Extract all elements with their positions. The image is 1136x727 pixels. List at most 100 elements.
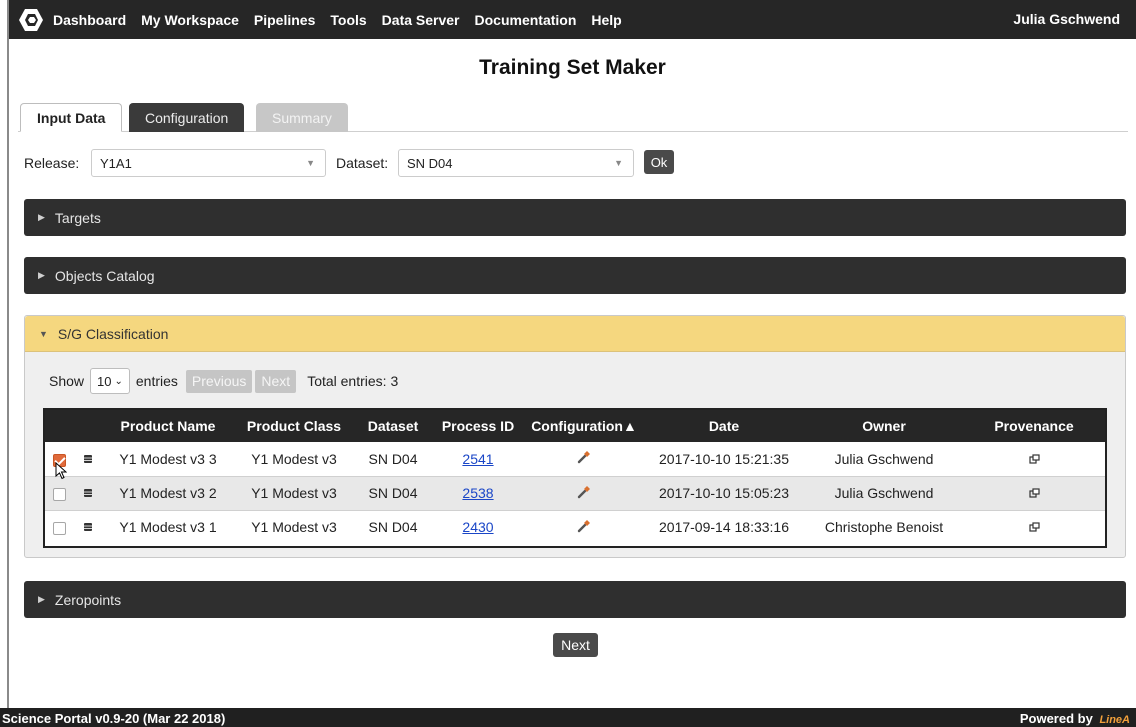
footer: Science Portal v0.9-20 (Mar 22 2018) Pow… <box>0 708 1136 727</box>
process-id-link[interactable]: 2541 <box>462 451 493 467</box>
col-product-class[interactable]: Product Class <box>233 410 355 442</box>
nav-pipelines[interactable]: Pipelines <box>254 12 315 28</box>
product-name: Y1 Modest v3 3 <box>103 442 233 477</box>
dataset: SN D04 <box>368 519 418 536</box>
mouse-cursor-icon <box>55 461 68 483</box>
table-header-row: Product Name Product Class Dataset Proce… <box>45 410 1105 442</box>
release-select[interactable]: Y1A1 ▼ <box>91 149 326 177</box>
col-provenance[interactable]: Provenance <box>963 410 1105 442</box>
row-checkbox[interactable] <box>52 522 66 536</box>
col-owner[interactable]: Owner <box>805 410 963 442</box>
process-id-cell: 2541 <box>431 442 525 477</box>
chevron-down-icon: ▼ <box>614 158 623 168</box>
process-id-cell: 2430 <box>431 510 525 544</box>
tab-configuration[interactable]: Configuration <box>129 103 245 132</box>
main-nav: Dashboard My Workspace Pipelines Tools D… <box>53 0 637 39</box>
table-row[interactable]: Y1 Modest v3 3 Y1 Modest v3 SN D04 2541 … <box>45 442 1105 477</box>
caret-right-icon: ▶ <box>38 594 45 604</box>
total-entries: Total entries: 3 <box>307 373 399 389</box>
nav-data-server[interactable]: Data Server <box>382 12 460 28</box>
nav-documentation[interactable]: Documentation <box>475 12 577 28</box>
caret-down-icon: ▼ <box>39 328 48 339</box>
col-dataset[interactable]: Dataset <box>355 410 431 442</box>
next-page-button[interactable]: Next <box>255 369 297 393</box>
ok-button[interactable]: Ok <box>644 150 674 174</box>
table-row[interactable]: Y1 Modest v3 1 Y1 Modest v3 SN D04 2430 … <box>45 510 1105 544</box>
entries-label: entries <box>135 373 178 389</box>
configuration-wrench-icon[interactable] <box>525 442 643 477</box>
process-id-cell: 2538 <box>431 476 525 511</box>
dataset: SN D04 <box>355 442 431 477</box>
tab-input-data[interactable]: Input Data <box>20 103 123 132</box>
product-class: Y1 Modest v3 <box>251 519 337 536</box>
dataset-select[interactable]: SN D04 ▼ <box>398 149 634 177</box>
col-configuration[interactable]: Configuration▲ <box>525 410 643 442</box>
release-value: Y1A1 <box>100 155 132 171</box>
product-type-icon <box>73 476 103 511</box>
tab-summary[interactable]: Summary <box>256 103 348 132</box>
owner: Christophe Benoist <box>824 519 944 536</box>
nav-tools[interactable]: Tools <box>330 12 366 28</box>
product-type-icon <box>73 510 103 544</box>
panel-zeropoints[interactable]: ▶ Zeropoints <box>24 581 1126 618</box>
panel-objects-label: Objects Catalog <box>54 267 155 284</box>
panel-targets-label: Targets <box>54 209 101 226</box>
process-id-link[interactable]: 2538 <box>462 485 493 501</box>
dataset-value: SN D04 <box>407 155 453 171</box>
product-class: Y1 Modest v3 <box>233 442 355 477</box>
window-frame-left <box>7 0 9 727</box>
date: 2017-10-10 15:21:35 <box>643 442 805 477</box>
product-type-icon <box>73 442 103 477</box>
panel-sg-header[interactable]: ▼ S/G Classification <box>25 316 1125 352</box>
nav-help[interactable]: Help <box>591 12 621 28</box>
dataset-label: Dataset: <box>336 155 389 171</box>
page-title: Training Set Maker <box>479 56 666 79</box>
row-checkbox[interactable] <box>52 487 66 501</box>
panel-zeropoints-label: Zeropoints <box>54 591 122 608</box>
product-name: Y1 Modest v3 1 <box>119 519 217 536</box>
portal-logo-icon[interactable] <box>9 0 53 39</box>
configuration-wrench-icon[interactable] <box>525 510 643 544</box>
products-table: Product Name Product Class Dataset Proce… <box>43 408 1107 548</box>
owner: Julia Gschwend <box>805 442 963 477</box>
panel-targets[interactable]: ▶ Targets <box>24 199 1126 236</box>
panel-sg-classification: ▼ S/G Classification Show 10 ⌄ entries P… <box>24 315 1126 558</box>
date: 2017-10-10 15:05:23 <box>643 476 805 511</box>
product-name: Y1 Modest v3 2 <box>103 476 233 511</box>
provenance-icon[interactable] <box>963 442 1105 477</box>
col-product-name[interactable]: Product Name <box>103 410 233 442</box>
col-select <box>45 410 73 442</box>
footer-powered: Powered by LineA <box>1020 711 1130 726</box>
page-size-select[interactable]: 10 ⌄ <box>90 368 130 394</box>
col-date[interactable]: Date <box>643 410 805 442</box>
footer-version: Science Portal v0.9-20 (Mar 22 2018) <box>2 711 226 726</box>
nav-my-workspace[interactable]: My Workspace <box>141 12 239 28</box>
top-navbar: Dashboard My Workspace Pipelines Tools D… <box>9 0 1136 39</box>
caret-right-icon: ▶ <box>38 270 45 280</box>
previous-button[interactable]: Previous <box>185 369 253 393</box>
panel-objects-catalog[interactable]: ▶ Objects Catalog <box>24 257 1126 294</box>
table-row[interactable]: Y1 Modest v3 2 Y1 Modest v3 SN D04 2538 … <box>45 476 1105 511</box>
linea-logo[interactable]: LineA <box>1099 714 1130 726</box>
chevron-down-icon: ▼ <box>306 158 315 168</box>
nav-dashboard[interactable]: Dashboard <box>53 12 126 28</box>
page-size-value: 10 <box>97 373 112 389</box>
next-step-button[interactable]: Next <box>553 633 598 657</box>
product-class: Y1 Modest v3 <box>233 476 355 511</box>
col-icon <box>73 410 103 442</box>
provenance-icon[interactable] <box>963 510 1105 544</box>
configuration-wrench-icon[interactable] <box>525 476 643 511</box>
dataset: SN D04 <box>355 476 431 511</box>
provenance-icon[interactable] <box>963 476 1105 511</box>
table-controls: Show 10 ⌄ entries Previous Next Total en… <box>49 368 398 394</box>
panel-sg-label: S/G Classification <box>57 325 169 342</box>
user-menu[interactable]: Julia Gschwend <box>1013 11 1120 27</box>
process-id-link[interactable]: 2430 <box>462 519 493 535</box>
caret-right-icon: ▶ <box>38 212 45 222</box>
powered-by-label: Powered by <box>1019 711 1093 726</box>
release-label: Release: <box>24 155 80 171</box>
owner: Julia Gschwend <box>805 476 963 511</box>
row-select-cell <box>45 510 73 544</box>
show-label: Show <box>49 373 85 389</box>
col-process-id[interactable]: Process ID <box>431 410 525 442</box>
